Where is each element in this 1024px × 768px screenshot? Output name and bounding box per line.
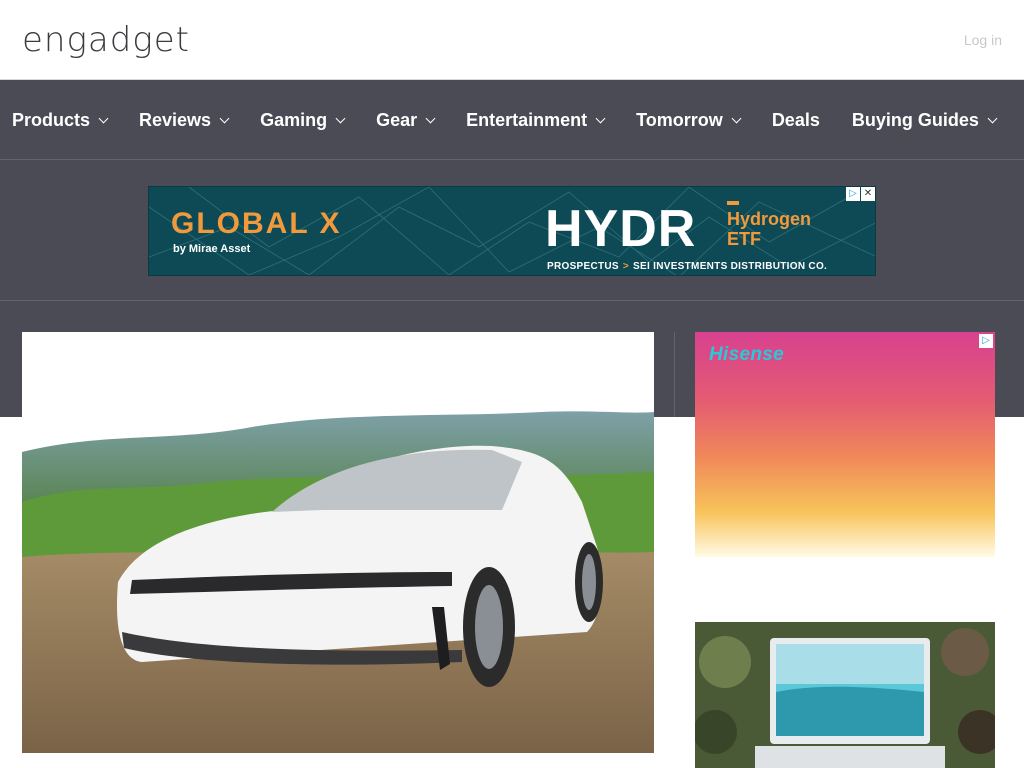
hydr-ticker: HYDR [545,200,697,258]
nav-list: Products Reviews Gaming Gear Entertainme… [12,80,1024,159]
product-line-2: ETF [727,229,761,249]
prospectus-link[interactable]: PROSPECTUS [547,261,619,272]
hero-article-image[interactable] [22,332,654,753]
adchoices-icon[interactable]: ▷ [979,334,993,348]
arrow-glyph: > [622,261,630,272]
chevron-down-icon [335,113,346,123]
side-article-thumbnail[interactable] [695,622,995,768]
banner-ad[interactable]: GLOBAL X by Mirae Asset HYDR Hydrogen ET… [148,186,876,276]
chevron-down-icon [731,113,742,123]
engadget-logo[interactable]: engadget [22,20,190,60]
nav-item-reviews[interactable]: Reviews [139,110,230,131]
site-header: engadget Log in [0,0,1024,80]
nav-item-gear[interactable]: Gear [376,110,436,131]
product-line-1: Hydrogen [727,209,812,229]
accent-dash [727,201,739,205]
chevron-down-icon [595,113,606,123]
distributor-text: SEI INVESTMENTS DISTRIBUTION CO. [633,261,828,272]
chevron-down-icon [425,113,436,123]
nav-item-deals[interactable]: Deals [772,110,820,131]
column-divider [674,332,675,417]
globalx-brand: GLOBAL X [171,207,342,240]
nav-item-entertainment[interactable]: Entertainment [466,110,606,131]
nav-item-gaming[interactable]: Gaming [260,110,346,131]
chevron-down-icon [98,113,109,123]
nav-item-tomorrow[interactable]: Tomorrow [636,110,742,131]
close-icon[interactable]: ✕ [861,187,875,201]
login-link[interactable]: Log in [964,32,1002,48]
adchoices-icon[interactable]: ▷ [846,187,860,201]
nav-item-buying-guides[interactable]: Buying Guides [852,110,998,131]
hisense-logo: Hisense [709,344,784,365]
car-photo-icon [22,332,654,753]
banner-ad-row: GLOBAL X by Mirae Asset HYDR Hydrogen ET… [0,160,1024,301]
chevron-down-icon [219,113,230,123]
chevron-down-icon [987,113,998,123]
ad-footer: PROSPECTUS > SEI INVESTMENTS DISTRIBUTION … [547,261,827,272]
main-nav: Products Reviews Gaming Gear Entertainme… [0,80,1024,160]
nav-item-products[interactable]: Products [12,110,109,131]
side-ad-hisense[interactable]: Hisense ▷ [695,332,995,557]
laptop-photo-icon [695,622,995,768]
globalx-sub: by Mirae Asset [173,243,251,255]
